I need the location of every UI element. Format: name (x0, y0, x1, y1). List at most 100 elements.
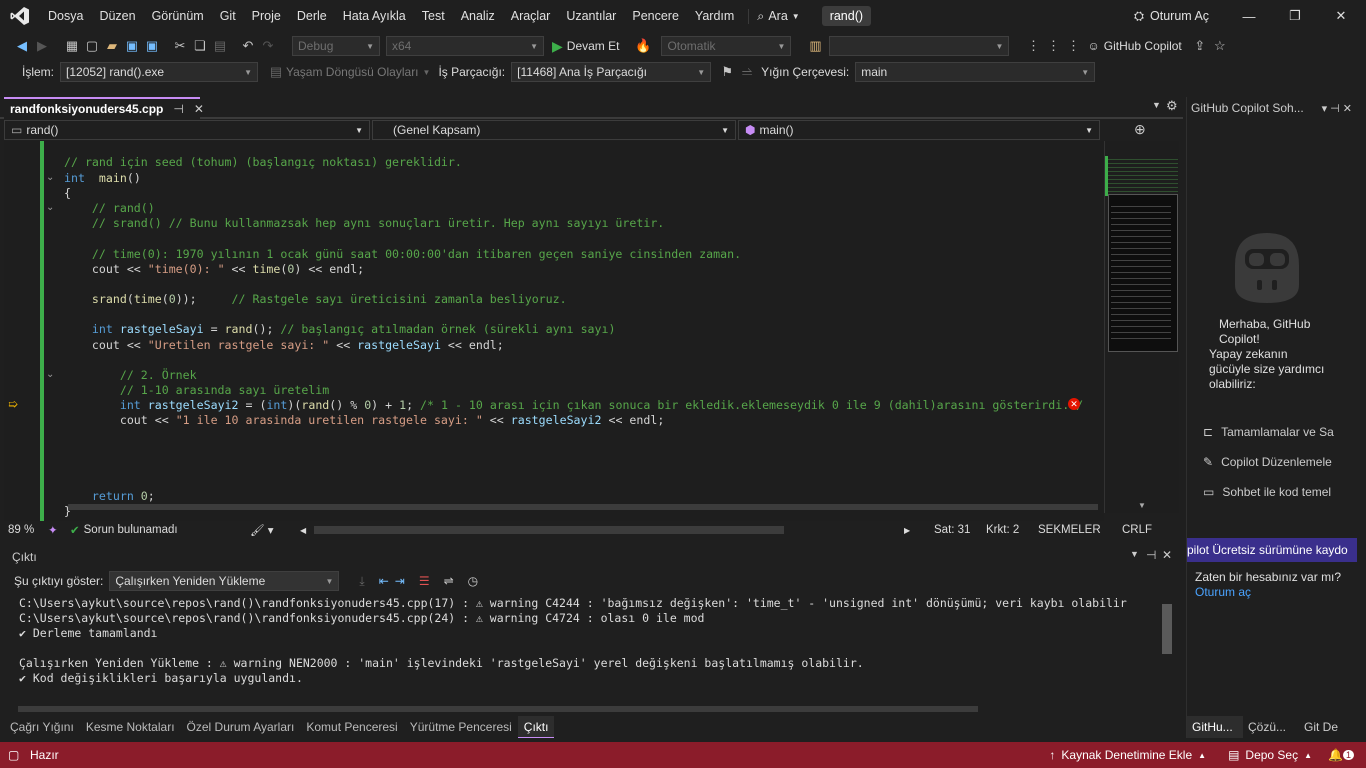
menu-item[interactable]: Dosya (40, 0, 91, 32)
indent-mode[interactable]: SEKMELER (1038, 524, 1122, 536)
copilot-free-banner[interactable]: pilot Ücretsiz sürümüne kaydo (1187, 538, 1357, 562)
feedback-icon[interactable]: ☆ (1210, 36, 1230, 56)
notifications-button[interactable]: 🔔 1 (1328, 748, 1354, 762)
copy-icon[interactable]: ❏ (190, 36, 210, 56)
prev-message-icon[interactable]: ⇤ (379, 574, 389, 588)
output-text[interactable]: C:\Users\aykut\source\repos\rand()\randf… (19, 596, 1127, 686)
intellicode-icon[interactable]: ✦ (48, 523, 70, 537)
menu-item[interactable]: Uzantılar (558, 0, 624, 32)
redo-icon[interactable]: ↷ (258, 36, 278, 56)
bottom-tab[interactable]: Çıktı (517, 716, 555, 738)
menu-item[interactable]: Pencere (624, 0, 687, 32)
code-line[interactable]: { (64, 186, 71, 201)
error-icon[interactable]: ✕ (1068, 398, 1080, 410)
visual-studio-logo[interactable] (6, 0, 34, 32)
menu-item[interactable]: Görünüm (144, 0, 212, 32)
back-icon[interactable]: ◀ (12, 36, 32, 56)
fold-toggle-icon[interactable]: ⌄ (46, 369, 54, 380)
open-folder-icon[interactable]: ▰ (102, 36, 122, 56)
fold-toggle-icon[interactable]: ⌄ (46, 172, 54, 183)
signin-button[interactable]: ⛭ Oturum Aç (1134, 0, 1209, 32)
bottom-tab[interactable]: Yürütme Penceresi (404, 716, 518, 738)
code-line[interactable]: // rand için seed (tohum) (başlangıç nok… (64, 155, 462, 170)
source-control-button[interactable]: ↑ Kaynak Denetimine Ekle ▲ (1049, 748, 1206, 762)
code-line[interactable]: return 0; (64, 489, 155, 504)
copilot-item-edits[interactable]: ✎ Copilot Düzenlemele (1203, 455, 1332, 469)
word-wrap-icon[interactable]: ⇌ (444, 574, 454, 588)
code-line[interactable]: // 2. Örnek (64, 368, 197, 383)
forward-icon[interactable]: ▶ (32, 36, 52, 56)
tab-list-icon[interactable]: ▼ (1152, 100, 1161, 110)
line-ending[interactable]: CRLF (1122, 524, 1152, 536)
code-line[interactable]: // srand() // Bunu kullanmazsak hep aynı… (64, 216, 664, 231)
menu-item[interactable]: Git (212, 0, 244, 32)
code-editor[interactable]: // rand için seed (tohum) (başlangıç nok… (4, 141, 1104, 521)
copilot-panel-tab[interactable]: Git De (1299, 716, 1355, 738)
copilot-panel-tab[interactable]: Çözü... (1243, 716, 1299, 738)
menu-item[interactable]: Proje (244, 0, 289, 32)
close-panel-icon[interactable]: ✕ (1162, 548, 1172, 562)
save-all-icon[interactable]: ▣ (142, 36, 162, 56)
settings-gear-icon[interactable]: ⚙ (1166, 98, 1178, 114)
paste-icon[interactable]: ▤ (210, 36, 230, 56)
function-scope-select[interactable]: ⬢ main() ▼ (738, 120, 1100, 140)
empty-select[interactable]: ▼ (829, 36, 1010, 56)
bottom-tab[interactable]: Komut Penceresi (300, 716, 403, 738)
editor-hscrollbar[interactable] (314, 526, 784, 534)
code-line[interactable]: int main() (64, 171, 141, 186)
code-line[interactable]: // time(0): 1970 yılının 1 ocak günü saa… (64, 247, 741, 262)
bottom-tab[interactable]: Kesme Noktaları (80, 716, 181, 738)
close-tab-icon[interactable]: ✕ (194, 102, 204, 116)
share-icon[interactable]: ⇪ (1190, 36, 1210, 56)
code-line[interactable]: // rand() (64, 201, 155, 216)
horizontal-scrollbar[interactable] (68, 504, 1098, 510)
issues-indicator[interactable]: ✔ Sorun bulunamadı (70, 523, 240, 537)
bottom-tab[interactable]: Çağrı Yığını (4, 716, 80, 738)
minimap[interactable]: ▼ (1104, 141, 1179, 513)
tab-randfonksiyonuders45[interactable]: randfonksiyonuders45.cpp ⊣ ✕ (4, 97, 204, 119)
project-scope-select[interactable]: ▭ rand() ▼ (4, 120, 370, 140)
scroll-right-icon[interactable]: ▶ (904, 526, 924, 535)
code-line[interactable]: // 1-10 arasında sayı üretelim (64, 383, 329, 398)
minimize-button[interactable]: — (1226, 0, 1272, 32)
pin-panel-icon[interactable]: ⊣ (1146, 548, 1156, 562)
split-editor-icon[interactable]: ⊕ (1134, 121, 1146, 138)
platform-select[interactable]: x64 ▼ (386, 36, 544, 56)
scroll-down-icon[interactable]: ▼ (1138, 501, 1146, 510)
copilot-signin-link[interactable]: Oturum aç (1195, 585, 1251, 599)
save-icon[interactable]: ▣ (122, 36, 142, 56)
fold-toggle-icon[interactable]: ⌄ (46, 202, 54, 213)
toolbar-options2-icon[interactable]: ⋮ (1043, 36, 1063, 56)
cleanup-icon[interactable]: 🖌 ▾ (240, 523, 300, 537)
output-hscrollbar[interactable] (18, 706, 978, 712)
toolbar-options3-icon[interactable]: ⋮ (1063, 36, 1083, 56)
clock-icon[interactable]: ◷ (468, 574, 478, 588)
new-project-icon[interactable]: ▦ (62, 36, 82, 56)
continue-button[interactable]: ▶ Devam Et (552, 38, 619, 55)
code-line[interactable]: int rastgeleSayi = rand(); // başlangıç … (64, 322, 616, 337)
flag-icon[interactable]: ⚑ (717, 62, 737, 82)
output-vscrollbar-thumb[interactable] (1162, 604, 1172, 654)
menu-item[interactable]: Yardım (687, 0, 742, 32)
code-line[interactable]: cout << "1 ile 10 arasinda uretilen rast… (64, 413, 664, 428)
repo-select-button[interactable]: ▤ Depo Seç ▲ (1228, 748, 1312, 762)
code-line[interactable]: int rastgeleSayi2 = (int)(rand() % 0) + … (64, 398, 1083, 413)
thread-select[interactable]: [11468] Ana İş Parçacığı ▼ (511, 62, 712, 82)
close-button[interactable]: ✕ (1318, 0, 1364, 32)
process-select[interactable]: [12052] rand().exe ▼ (60, 62, 259, 82)
output-source-select[interactable]: Çalışırken Yeniden Yükleme ▼ (109, 571, 340, 591)
auto-select[interactable]: Otomatik ▼ (661, 36, 792, 56)
code-line[interactable]: srand(time(0)); // Rastgele sayı üretici… (64, 292, 567, 307)
copilot-item-completions[interactable]: ⊏ Tamamlamalar ve Sa (1203, 425, 1334, 439)
browse-icon[interactable]: ▥ (805, 36, 825, 56)
stack-frame-select[interactable]: main ▼ (855, 62, 1096, 82)
undo-icon[interactable]: ↶ (238, 36, 258, 56)
clear-all-icon[interactable]: ☰ (419, 574, 430, 588)
panel-menu-icon[interactable]: ▼ (1130, 549, 1139, 559)
lifecycle-label[interactable]: Yaşam Döngüsü Olayları (286, 65, 419, 79)
search-button[interactable]: ⌕ Ara ▼ (748, 8, 807, 24)
menu-item[interactable]: Araçlar (503, 0, 559, 32)
code-line[interactable]: cout << "time(0): " << time(0) << endl; (64, 262, 364, 277)
configuration-select[interactable]: Debug ▼ (292, 36, 380, 56)
hot-reload-icon[interactable]: 🔥 (633, 36, 653, 56)
